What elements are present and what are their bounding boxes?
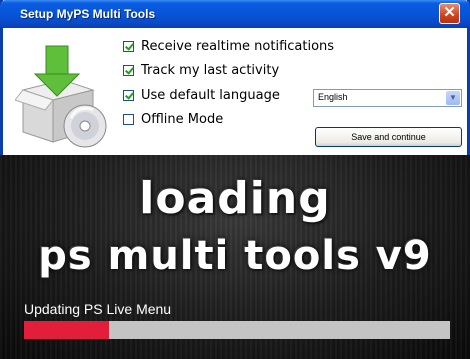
progress-bar-fill xyxy=(24,321,110,339)
language-select-value: English xyxy=(318,92,348,102)
option-offline-mode[interactable]: Offline Mode xyxy=(123,110,223,128)
option-track-activity[interactable]: Track my last activity xyxy=(123,61,279,79)
window-title: Setup MyPS Multi Tools xyxy=(20,7,156,21)
language-select[interactable]: English ▼ xyxy=(313,89,462,107)
status-text: Updating PS Live Menu xyxy=(24,301,172,317)
option-default-language[interactable]: Use default language xyxy=(123,86,280,104)
checkbox[interactable] xyxy=(123,113,134,125)
save-and-continue-button[interactable]: Save and continue xyxy=(315,127,462,147)
progress-bar xyxy=(24,321,450,339)
loading-subtitle: ps multi tools v9 xyxy=(38,233,432,279)
option-label: Use default language xyxy=(141,87,280,103)
dialog-body: Receive realtime notifications Track my … xyxy=(3,28,467,155)
title-bar[interactable]: Setup MyPS Multi Tools ✕ xyxy=(0,0,470,28)
install-box-disc-icon xyxy=(15,45,107,148)
option-receive-notifications[interactable]: Receive realtime notifications xyxy=(123,37,334,55)
checkbox[interactable] xyxy=(123,89,134,101)
loading-title: loading xyxy=(139,173,331,224)
setup-dialog: Setup MyPS Multi Tools ✕ Receive realtim… xyxy=(0,0,470,155)
close-button[interactable]: ✕ xyxy=(439,3,460,24)
option-label: Track my last activity xyxy=(141,62,280,78)
loading-screen: loading ps multi tools v9 Updating PS Li… xyxy=(0,155,470,359)
chevron-down-icon[interactable]: ▼ xyxy=(446,91,460,105)
close-icon: ✕ xyxy=(443,4,456,21)
checkbox[interactable] xyxy=(123,64,134,76)
option-label: Offline Mode xyxy=(141,111,224,127)
checkbox[interactable] xyxy=(123,40,134,52)
option-label: Receive realtime notifications xyxy=(141,38,335,54)
